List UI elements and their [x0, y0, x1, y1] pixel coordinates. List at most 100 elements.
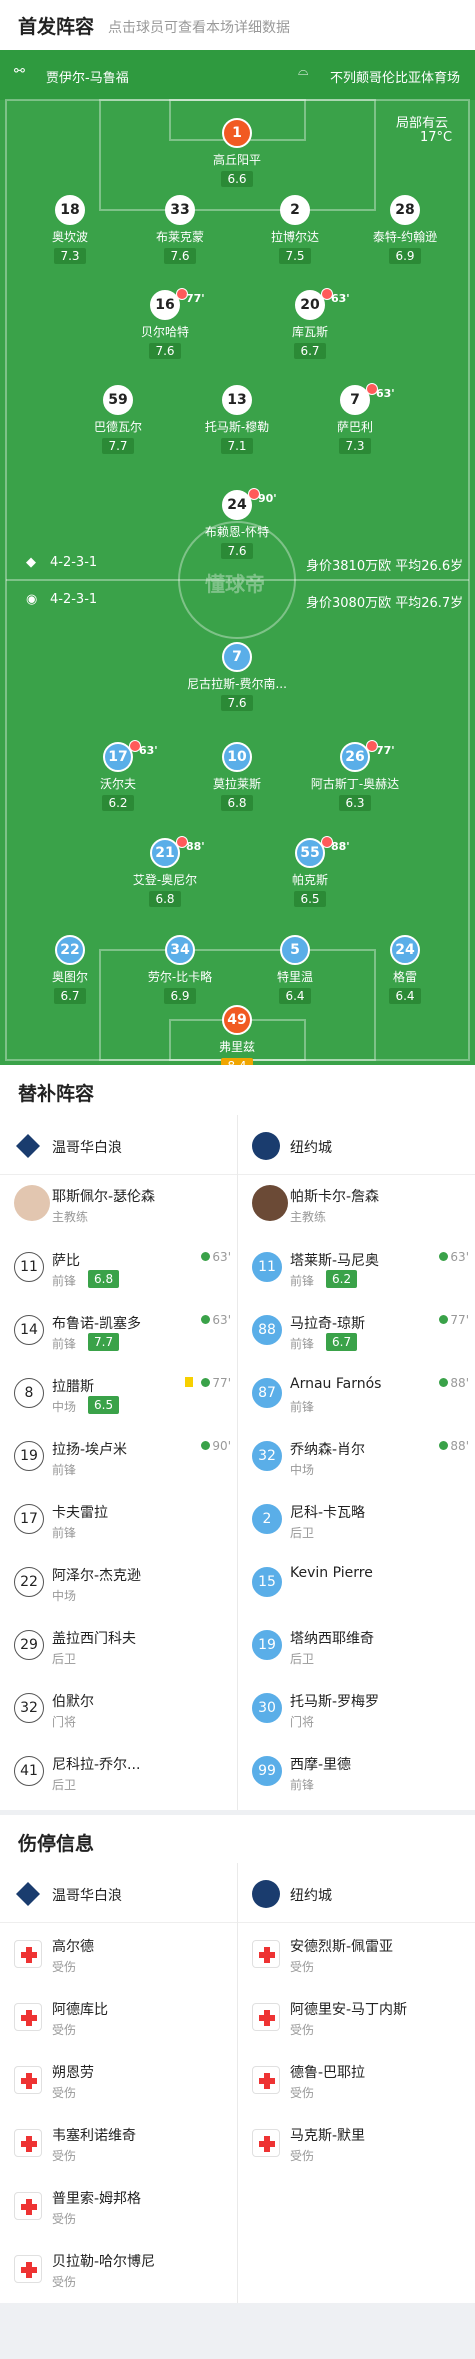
sub-position: 前锋 — [52, 1274, 77, 1288]
home-sub-row[interactable]: 19 拉扬-埃卢米 前锋 90' — [0, 1428, 237, 1492]
yellow-card-icon — [185, 1377, 193, 1387]
home-sub-row[interactable]: 17 卡夫雷拉 前锋 — [0, 1491, 237, 1555]
home-player-20[interactable]: 20 63' 库瓦斯 6.7 — [250, 288, 370, 359]
away-sub-row[interactable]: 87 Arnau Farnós 前锋 88' — [238, 1365, 475, 1429]
home-coach-row[interactable]: 耶斯佩尔-瑟伦森 主教练 — [0, 1175, 237, 1239]
away-injury-row[interactable]: 安德烈斯-佩雷亚 受伤 — [238, 1925, 475, 1989]
sub-name: Kevin Pierre — [290, 1565, 373, 1581]
away-injury-row[interactable]: 阿德里安-马丁内斯 受伤 — [238, 1988, 475, 2052]
home-sub-row[interactable]: 8 拉腊斯 中场 6.5 77' — [0, 1365, 237, 1429]
sub-number: 19 — [252, 1630, 282, 1660]
sub-name: 盖拉西门科夫 — [52, 1631, 136, 1647]
away-injury-row[interactable]: 德鲁-巴耶拉 受伤 — [238, 2051, 475, 2115]
home-player-28[interactable]: 28 泰特-约翰逊 6.9 — [345, 195, 465, 264]
sub-minute: 90' — [258, 492, 277, 505]
home-injury-row[interactable]: 阿德库比 受伤 — [0, 1988, 237, 2052]
away-sub-row[interactable]: 30 托马斯-罗梅罗 门将 — [238, 1680, 475, 1744]
sub-name: 阿泽尔-杰克逊 — [52, 1568, 142, 1584]
away-player-55[interactable]: 55 88' 帕克斯 6.5 — [250, 836, 370, 907]
home-team-header[interactable]: 温哥华白浪 — [0, 1863, 237, 1923]
home-sub-row[interactable]: 41 尼科拉-乔尔... 后卫 — [0, 1743, 237, 1807]
away-player-26[interactable]: 26 77' 阿古斯丁-奥赫达 6.3 — [295, 740, 415, 811]
away-sub-row[interactable]: 11 塔莱斯-马尼奥 前锋 6.2 63' — [238, 1239, 475, 1303]
home-sub-row[interactable]: 32 伯默尔 门将 — [0, 1680, 237, 1744]
player-number: 24 90' — [222, 488, 277, 520]
player-rating: 7.6 — [221, 543, 253, 559]
home-sub-row[interactable]: 11 萨比 前锋 6.8 63' — [0, 1239, 237, 1303]
home-sub-row[interactable]: 22 阿泽尔-杰克逊 中场 — [0, 1554, 237, 1618]
home-player-18[interactable]: 18 奥坎波 7.3 — [10, 195, 130, 264]
sub-on-minute: 63' — [439, 1250, 469, 1264]
home-player-16[interactable]: 16 77' 贝尔哈特 7.6 — [105, 288, 225, 359]
subs-title: 替补阵容 — [18, 1083, 95, 1105]
away-sub-row[interactable]: 19 塔纳西耶维奇 后卫 — [238, 1617, 475, 1681]
pitch: ⚯ 贾伊尔-马鲁福 ⌓ 不列颠哥伦比亚体育场 局部有云 17°C 懂球帝 ◆ 4… — [0, 50, 475, 1065]
sub-position: 前锋 — [290, 1337, 315, 1351]
away-player-22[interactable]: 22 奥图尔 6.7 — [10, 935, 130, 1004]
away-player-5[interactable]: 5 特里温 6.4 — [235, 935, 355, 1004]
injured-player-name: 普里索-姆邦格 — [52, 2191, 142, 2207]
home-injury-row[interactable]: 贝拉勒-哈尔博尼 受伤 — [0, 2240, 237, 2304]
injury-status: 受伤 — [290, 1960, 315, 1974]
away-player-17[interactable]: 17 63' 沃尔夫 6.2 — [58, 740, 178, 811]
home-player-1[interactable]: 1 高丘阳平 6.6 — [177, 118, 297, 187]
home-player-33[interactable]: 33 布莱克蒙 7.6 — [120, 195, 240, 264]
away-player-10[interactable]: 10 莫拉莱斯 6.8 — [177, 742, 297, 811]
sub-on-minute: 63' — [201, 1313, 231, 1327]
player-name: 阿古斯丁-奥赫达 — [310, 777, 400, 791]
player-name: 弗里兹 — [218, 1040, 255, 1054]
sub-position: 中场 — [52, 1400, 77, 1414]
player-rating: 6.9 — [389, 248, 421, 264]
away-team-header[interactable]: 纽约城 — [238, 1863, 475, 1923]
sub-name: 尼科-卡瓦略 — [290, 1505, 366, 1521]
injury-status: 受伤 — [52, 1960, 77, 1974]
player-name: 布莱克蒙 — [155, 230, 204, 244]
player-rating: 6.8 — [221, 795, 253, 811]
player-number: 26 77' — [340, 740, 395, 772]
home-injury-row[interactable]: 普里索-姆邦格 受伤 — [0, 2177, 237, 2241]
player-number: 34 — [165, 935, 195, 965]
home-sub-row[interactable]: 14 布鲁诺-凯塞多 前锋 7.7 63' — [0, 1302, 237, 1366]
home-player-59[interactable]: 59 巴德瓦尔 7.7 — [58, 385, 178, 454]
player-rating: 7.1 — [221, 438, 253, 454]
player-name: 奥坎波 — [51, 230, 88, 244]
sub-number: 14 — [14, 1315, 44, 1345]
player-number: 28 — [390, 195, 420, 225]
home-injury-row[interactable]: 朔恩劳 受伤 — [0, 2051, 237, 2115]
injury-status: 受伤 — [52, 2275, 77, 2289]
player-rating: 7.6 — [149, 343, 181, 359]
home-injury-row[interactable]: 高尔德 受伤 — [0, 1925, 237, 1989]
away-sub-row[interactable]: 15 Kevin Pierre — [238, 1554, 475, 1618]
away-sub-row[interactable]: 99 西摩-里德 前锋 — [238, 1743, 475, 1807]
away-team-header[interactable]: 纽约城 — [238, 1115, 475, 1175]
home-player-7[interactable]: 7 63' 萨巴利 7.3 — [295, 383, 415, 454]
sub-number: 99 — [252, 1756, 282, 1786]
player-rating: 6.7 — [54, 988, 86, 1004]
injury-status: 受伤 — [52, 2086, 77, 2100]
away-injury-row[interactable]: 马克斯-默里 受伤 — [238, 2114, 475, 2178]
player-name: 沃尔夫 — [99, 777, 136, 791]
home-player-13[interactable]: 13 托马斯-穆勒 7.1 — [177, 385, 297, 454]
sub-name: 卡夫雷拉 — [52, 1505, 108, 1521]
away-player-7[interactable]: 7 尼古拉斯-费尔南... 7.6 — [177, 642, 297, 711]
player-rating: 7.6 — [221, 695, 253, 711]
away-coach-row[interactable]: 帕斯卡尔-詹森 主教练 — [238, 1175, 475, 1239]
home-player-2[interactable]: 2 拉博尔达 7.5 — [235, 195, 355, 264]
sub-number: 15 — [252, 1567, 282, 1597]
whitecaps-logo-icon — [14, 1132, 42, 1160]
away-player-49[interactable]: 49 弗里兹 8.4 — [177, 1005, 297, 1065]
home-sub-row[interactable]: 29 盖拉西门科夫 后卫 — [0, 1617, 237, 1681]
subs-grid: 温哥华白浪 纽约城 耶斯佩尔-瑟伦森 主教练 11 萨比 前锋 6.8 63' 14 布鲁诺-凯塞多… — [0, 1115, 475, 1810]
home-injury-row[interactable]: 韦塞利诺维奇 受伤 — [0, 2114, 237, 2178]
sub-number: 29 — [14, 1630, 44, 1660]
home-player-24[interactable]: 24 90' 布赖恩-怀特 7.6 — [177, 488, 297, 559]
player-name: 奥图尔 — [51, 970, 88, 984]
away-sub-row[interactable]: 88 马拉奇-琼斯 前锋 6.7 77' — [238, 1302, 475, 1366]
away-sub-row[interactable]: 32 乔纳森-肖尔 中场 88' — [238, 1428, 475, 1492]
away-player-24[interactable]: 24 格雷 6.4 — [345, 935, 465, 1004]
player-rating: 6.2 — [102, 795, 134, 811]
home-team-header[interactable]: 温哥华白浪 — [0, 1115, 237, 1175]
away-sub-row[interactable]: 2 尼科-卡瓦略 后卫 — [238, 1491, 475, 1555]
away-player-34[interactable]: 34 劳尔-比卡略 6.9 — [120, 935, 240, 1004]
away-player-21[interactable]: 21 88' 艾登-奥尼尔 6.8 — [105, 836, 225, 907]
